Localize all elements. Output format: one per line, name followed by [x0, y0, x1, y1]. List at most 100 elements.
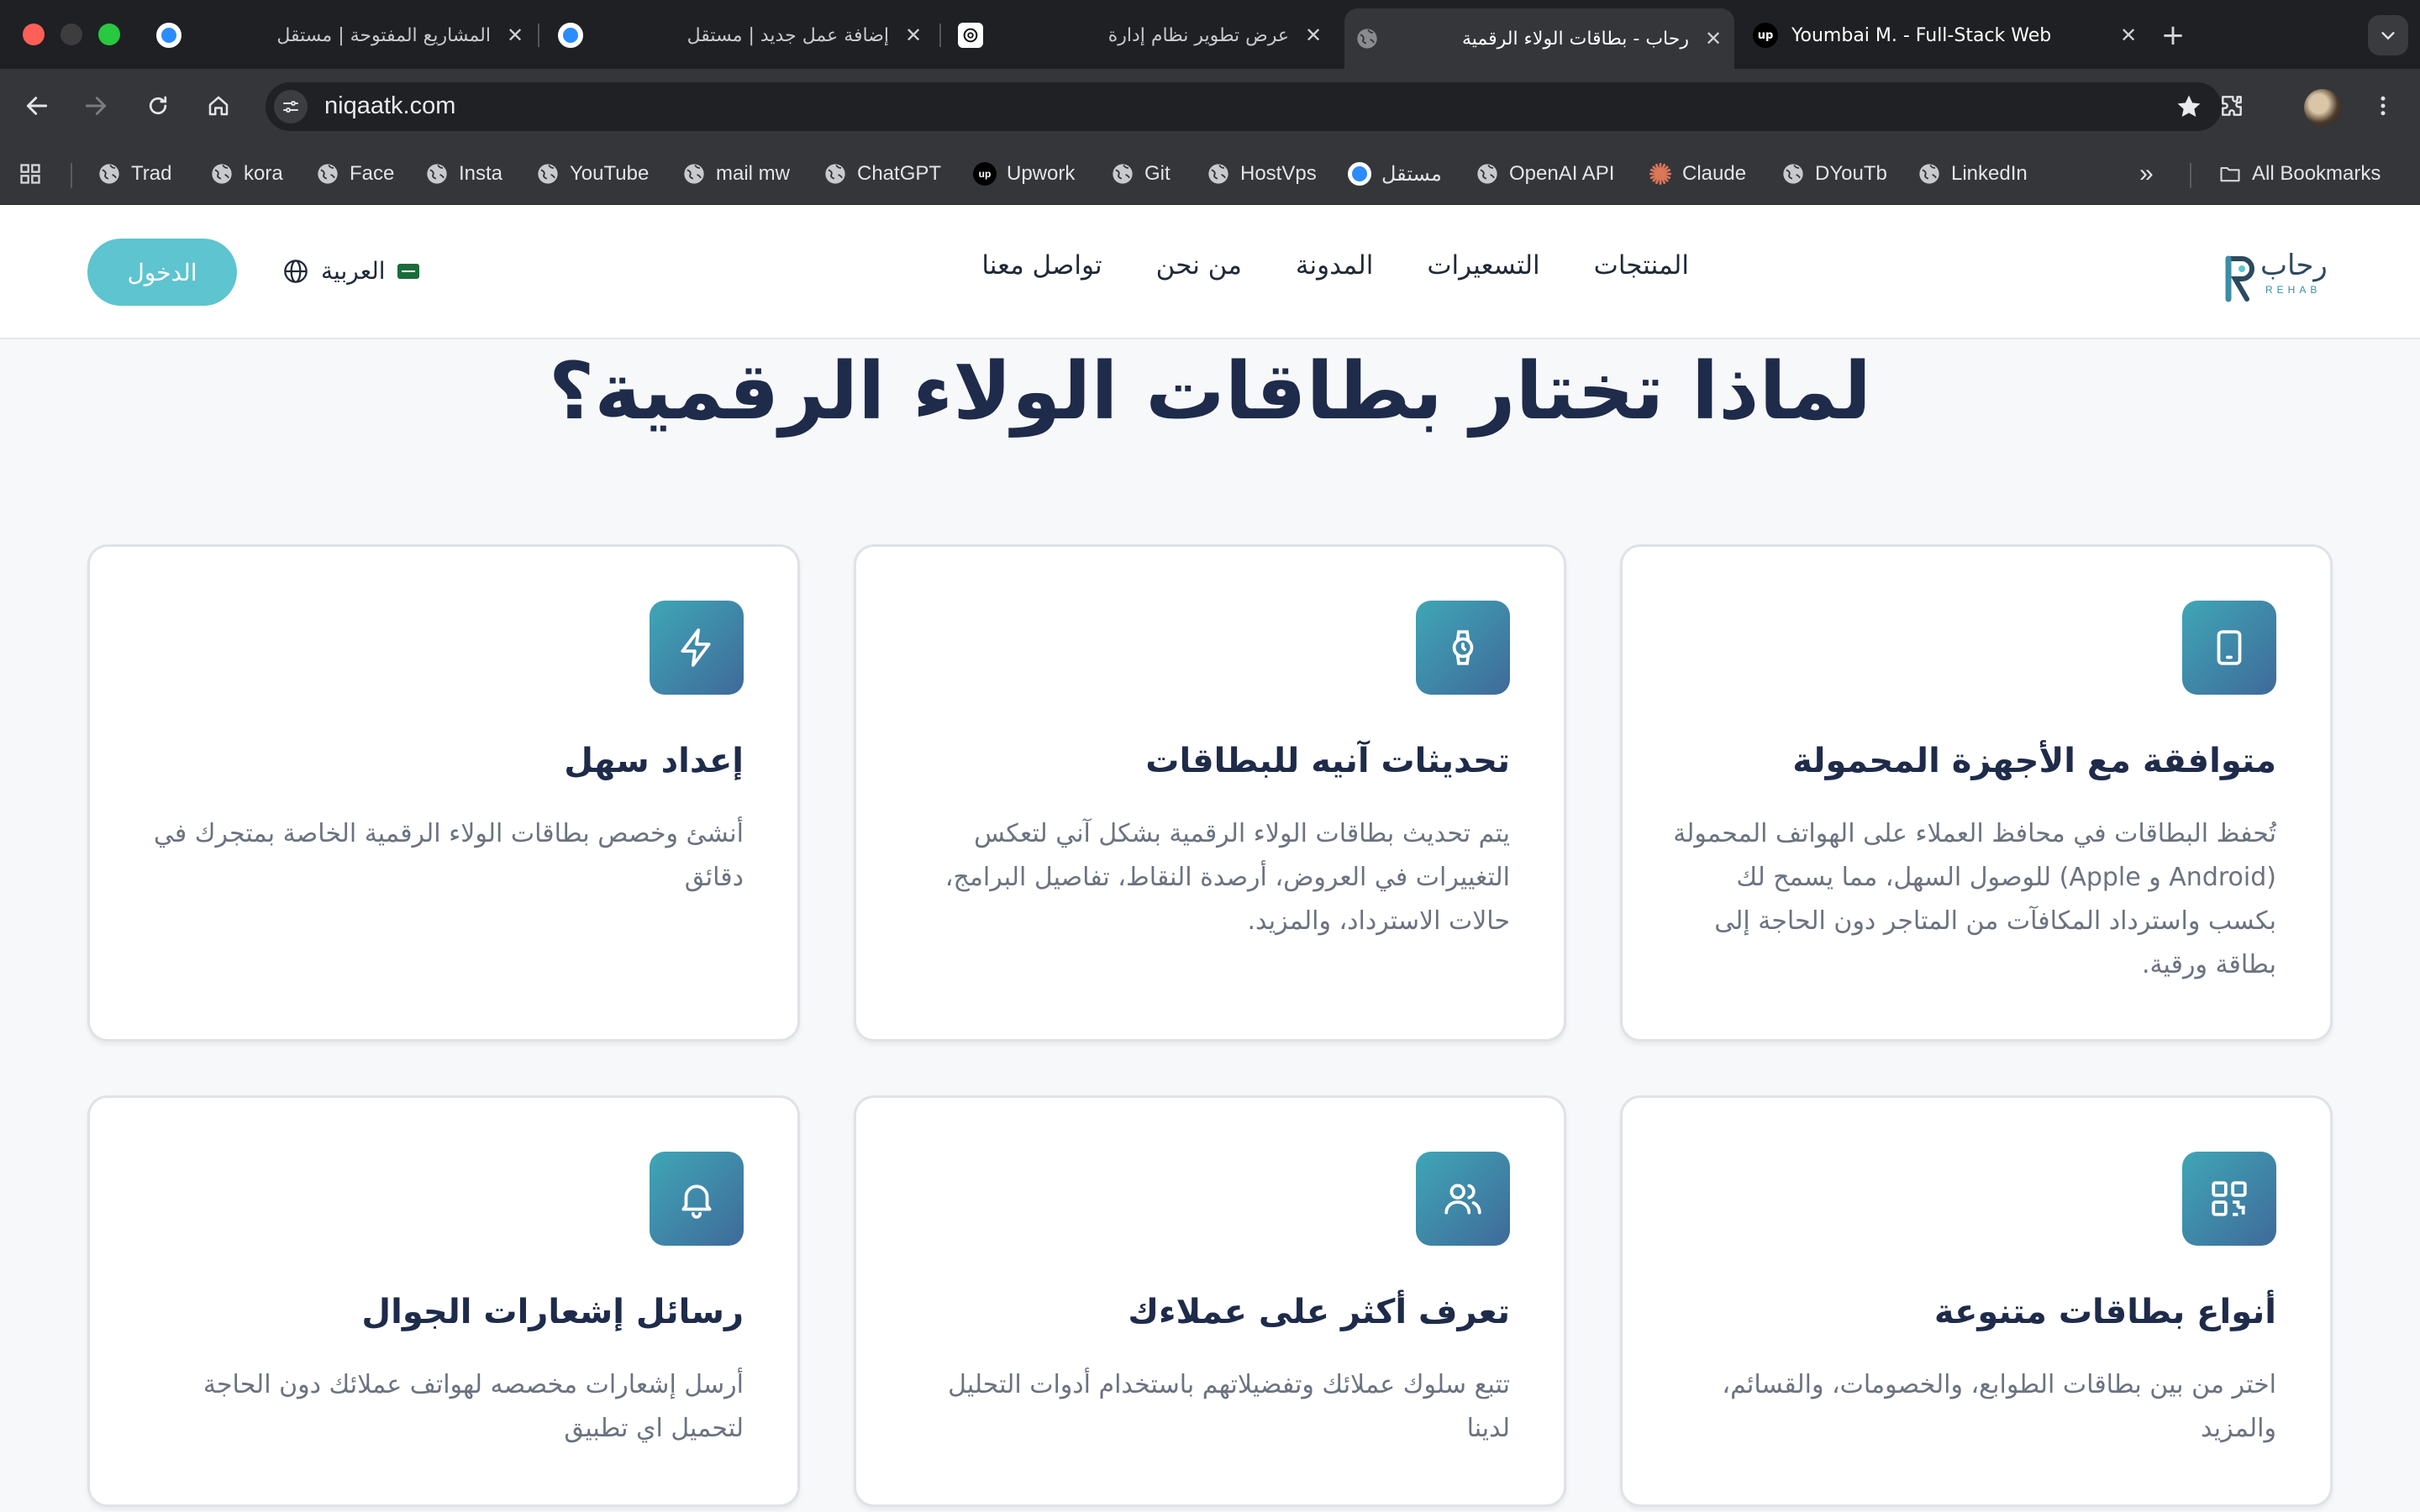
- browser-tab[interactable]: المشاريع المفتوحة | مستقل ✕: [156, 12, 526, 59]
- bookmark-item[interactable]: mail mw: [682, 160, 790, 188]
- nav-blog[interactable]: المدونة: [1296, 250, 1373, 281]
- feature-card: متوافقة مع الأجهزة المحمولة تُحفظ البطاق…: [1620, 544, 2333, 1042]
- browser-tab[interactable]: عرض تطوير نظام إدارة ✕: [958, 12, 1324, 59]
- bookmark-star-icon[interactable]: [2175, 92, 2203, 121]
- bookmark-item[interactable]: YouTube: [536, 160, 649, 188]
- language-switcher[interactable]: العربية: [282, 257, 419, 285]
- rehab-logo-icon: [2225, 255, 2254, 302]
- nav-products[interactable]: المنتجات: [1594, 250, 1689, 281]
- browser-tab[interactable]: إضافة عمل جديد | مستقل ✕: [558, 12, 924, 59]
- language-label: العربية: [321, 257, 386, 285]
- bookmarks-divider: [2190, 163, 2191, 188]
- nav-about[interactable]: من نحن: [1156, 250, 1242, 281]
- feature-title: تحديثات آنيه للبطاقات: [1145, 742, 1510, 780]
- close-tab-icon[interactable]: ✕: [2118, 24, 2139, 47]
- claude-icon: [1649, 162, 1672, 186]
- url-text[interactable]: niqaatk.com: [324, 92, 455, 120]
- apps-button[interactable]: [18, 160, 52, 188]
- tab-title: عرض تطوير نظام إدارة: [1107, 24, 1289, 46]
- feature-icon-box: [2182, 601, 2276, 695]
- bookmark-item[interactable]: HostVps: [1207, 160, 1317, 188]
- site-info-button[interactable]: [274, 90, 308, 123]
- login-button[interactable]: الدخول: [87, 239, 237, 306]
- site-header: رحاب REHAB المنتجات التسعيرات المدونة من…: [0, 205, 2420, 339]
- profile-avatar[interactable]: [2304, 89, 2341, 126]
- chatgpt-icon: [958, 23, 983, 48]
- bookmarks-divider: [71, 163, 72, 188]
- globe-icon: [99, 164, 119, 184]
- browser-tab[interactable]: up Youmbai M. - Full-Stack Web ✕: [1753, 12, 2139, 59]
- bookmark-label: مستقل: [1381, 162, 1442, 186]
- mostaql-icon: [156, 23, 182, 48]
- bookmark-label: Claude: [1682, 162, 1747, 185]
- bookmark-item[interactable]: Claude: [1649, 160, 1746, 188]
- bookmark-label: Trad: [131, 162, 172, 185]
- back-button[interactable]: [18, 87, 55, 124]
- new-tab-button[interactable]: +: [2156, 18, 2190, 52]
- site-logo[interactable]: رحاب REHAB: [2223, 247, 2333, 306]
- reload-button[interactable]: [139, 87, 176, 124]
- bookmark-label: mail mw: [716, 162, 790, 185]
- feature-icon-box: [1416, 1152, 1510, 1246]
- tablet-icon: [2217, 630, 2242, 665]
- bookmark-item[interactable]: LinkedIn: [1918, 160, 2028, 188]
- feature-icon-box: [1416, 601, 1510, 695]
- extensions-button[interactable]: [2213, 87, 2250, 124]
- bookmark-label: kora: [244, 162, 283, 185]
- address-bar[interactable]: niqaatk.com: [266, 82, 2222, 131]
- close-window-button[interactable]: [23, 24, 45, 45]
- browser-tab-active[interactable]: رحاب - بطاقات الولاء الرقمية ✕: [1344, 8, 1734, 69]
- tab-title: المشاريع المفتوحة | مستقل: [276, 24, 491, 46]
- more-bookmarks-button[interactable]: »: [2139, 160, 2154, 188]
- globe-icon: [1919, 164, 1939, 184]
- main-nav: المنتجات التسعيرات المدونة من نحن تواصل …: [981, 250, 1689, 281]
- nav-pricing[interactable]: التسعيرات: [1427, 250, 1539, 281]
- close-tab-icon[interactable]: ✕: [1702, 27, 1724, 50]
- all-bookmarks-label: All Bookmarks: [2252, 162, 2381, 185]
- home-button[interactable]: [200, 87, 237, 124]
- browser-menu-button[interactable]: [2365, 87, 2402, 124]
- tab-title: Youmbai M. - Full-Stack Web: [1791, 24, 2052, 46]
- mostaql-icon: [558, 23, 583, 48]
- bookmark-item[interactable]: ChatGPT: [823, 160, 941, 188]
- mostaql-icon: [1348, 162, 1371, 186]
- forward-button[interactable]: [77, 87, 114, 124]
- bookmark-label: DYouTb: [1815, 162, 1887, 185]
- users-icon: [1444, 1184, 1481, 1215]
- more-vertical-icon: [2381, 96, 2386, 116]
- tab-search-button[interactable]: [2368, 15, 2408, 55]
- close-tab-icon[interactable]: ✕: [902, 24, 924, 47]
- minimize-window-button[interactable]: [60, 24, 82, 45]
- bookmark-item[interactable]: Git: [1111, 160, 1171, 188]
- nav-contact[interactable]: تواصل معنا: [981, 250, 1102, 281]
- arrow-right-icon: [85, 97, 107, 115]
- bookmark-item[interactable]: Face: [316, 160, 394, 188]
- globe-icon: [538, 164, 558, 184]
- bookmark-item[interactable]: OpenAI API: [1476, 160, 1614, 188]
- logo-text-english: REHAB: [2265, 284, 2322, 296]
- close-tab-icon[interactable]: ✕: [504, 24, 526, 47]
- feature-card: رسائل إشعارات الجوال أرسل إشعارات مخصصه …: [87, 1095, 800, 1507]
- browser-toolbar: niqaatk.com: [0, 69, 2420, 143]
- feature-description: أنشئ وخصص بطاقات الولاء الرقمية الخاصة ب…: [153, 819, 744, 892]
- tune-icon: [283, 101, 298, 113]
- feature-description: اختر من بين بطاقات الطوابع، والخصومات، و…: [1722, 1370, 2276, 1443]
- feature-description: أرسل إشعارات مخصصه لهواتف عملائك دون الح…: [203, 1370, 744, 1443]
- logo-text-arabic: رحاب: [2260, 249, 2328, 282]
- globe-icon: [1208, 164, 1228, 184]
- all-bookmarks-button[interactable]: All Bookmarks: [2218, 160, 2381, 188]
- close-tab-icon[interactable]: ✕: [1302, 24, 1324, 47]
- bookmark-item[interactable]: kora: [210, 160, 283, 188]
- bookmark-item[interactable]: DYouTb: [1781, 160, 1887, 188]
- bookmark-item[interactable]: up Upwork: [973, 160, 1075, 188]
- feature-card: تحديثات آنيه للبطاقات يتم تحديث بطاقات ا…: [854, 544, 1566, 1042]
- globe-icon: [684, 164, 704, 184]
- globe-icon: [1113, 164, 1133, 184]
- maximize-window-button[interactable]: [98, 24, 120, 45]
- bookmark-item[interactable]: مستقل: [1348, 160, 1442, 188]
- feature-title: رسائل إشعارات الجوال: [361, 1293, 744, 1331]
- bookmark-item[interactable]: Trad: [97, 160, 171, 188]
- bookmark-item[interactable]: Insta: [425, 160, 502, 188]
- globe-icon: [318, 164, 338, 184]
- reload-icon: [149, 96, 167, 115]
